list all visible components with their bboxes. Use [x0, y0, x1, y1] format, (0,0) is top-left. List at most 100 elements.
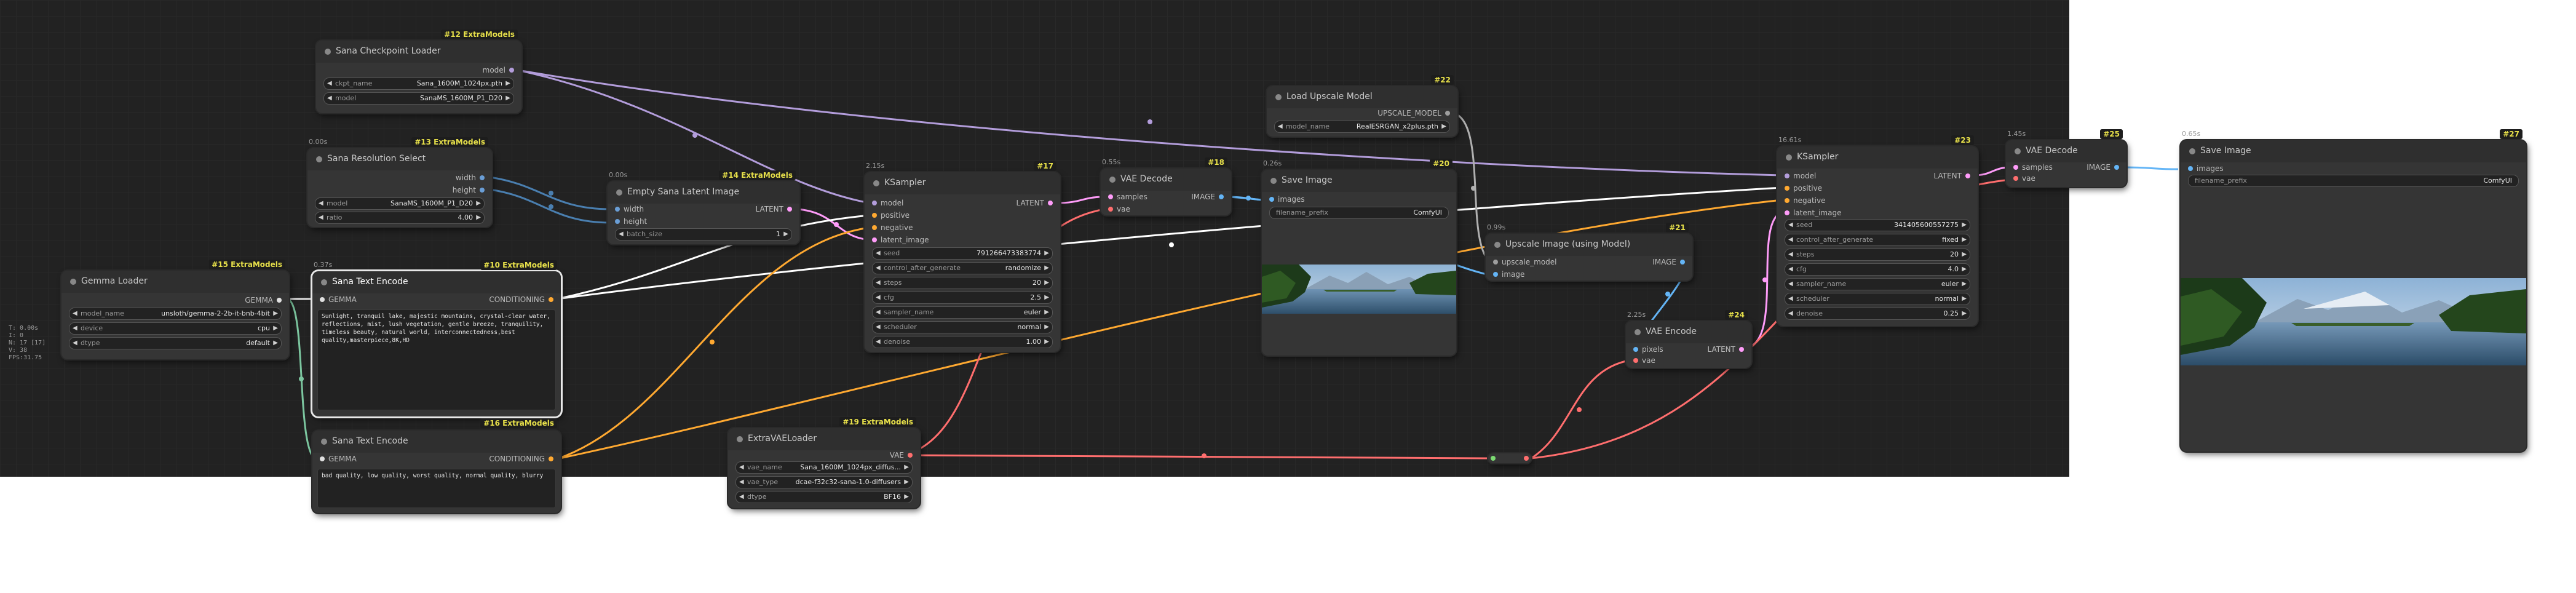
input-slot-gemma[interactable]: GEMMA: [320, 295, 357, 304]
widget-ckpt-name[interactable]: ◀ ckpt_name Sana_1600M_1024px.pth ▶: [323, 78, 514, 90]
input-slot-pixels[interactable]: pixels: [1633, 344, 1663, 354]
node-vae-decode-18[interactable]: 0.55s #18 VAE Decode samples IMAGE vae: [1101, 157, 1231, 215]
decrement-arrow-icon[interactable]: ◀: [876, 292, 881, 303]
decrement-arrow-icon[interactable]: ◀: [1278, 121, 1283, 132]
input-slot-gemma[interactable]: GEMMA: [320, 454, 357, 464]
increment-arrow-icon[interactable]: ▶: [273, 308, 278, 319]
collapse-dot-icon[interactable]: [2015, 148, 2021, 154]
widget-steps[interactable]: ◀ steps 20 ▶: [872, 277, 1053, 289]
increment-arrow-icon[interactable]: ▶: [904, 477, 909, 488]
widget-control-after-generate[interactable]: ◀ control_after_generate fixed ▶: [1785, 234, 1970, 246]
increment-arrow-icon[interactable]: ▶: [505, 78, 510, 89]
collapse-dot-icon[interactable]: [616, 189, 622, 196]
input-slot-samples[interactable]: samples: [1108, 192, 1147, 202]
widget-vae-type[interactable]: ◀ vae_type dcae-f32c32-sana-1.0-diffusers ▶: [735, 476, 913, 488]
output-slot-conditioning[interactable]: CONDITIONING: [489, 454, 553, 464]
widget-model[interactable]: ◀ model SanaMS_1600M_P1_D20 ▶: [323, 92, 514, 105]
node-header[interactable]: Gemma Loader: [61, 271, 289, 293]
output-slot-model[interactable]: model: [483, 65, 514, 75]
decrement-arrow-icon[interactable]: ◀: [1788, 249, 1793, 260]
widget-vae-name[interactable]: ◀ vae_name Sana_1600M_1024px_diffus... ▶: [735, 461, 913, 474]
widget-cfg[interactable]: ◀ cfg 4.0 ▶: [1785, 263, 1970, 276]
collapse-dot-icon[interactable]: [1109, 177, 1116, 183]
widget-denoise[interactable]: ◀ denoise 0.25 ▶: [1785, 308, 1970, 320]
collapse-dot-icon[interactable]: [1275, 94, 1282, 100]
collapse-dot-icon[interactable]: [325, 49, 331, 55]
collapse-dot-icon[interactable]: [1786, 154, 1792, 161]
output-slot-latent[interactable]: LATENT: [1708, 344, 1744, 354]
increment-arrow-icon[interactable]: ▶: [783, 229, 788, 240]
decrement-arrow-icon[interactable]: ◀: [619, 229, 624, 240]
increment-arrow-icon[interactable]: ▶: [1962, 249, 1967, 260]
input-slot-positive[interactable]: positive: [1785, 183, 1822, 193]
node-header[interactable]: VAE Decode: [1101, 169, 1231, 191]
widget-sampler-name[interactable]: ◀ sampler_name euler ▶: [872, 306, 1053, 319]
output-slot-latent[interactable]: LATENT: [756, 204, 792, 214]
decrement-arrow-icon[interactable]: ◀: [73, 323, 77, 334]
node-load-upscale-model[interactable]: #22 Load Upscale Model UPSCALE_MODEL ◀ mo…: [1267, 75, 1457, 137]
decrement-arrow-icon[interactable]: ◀: [327, 93, 332, 104]
decrement-arrow-icon[interactable]: ◀: [1788, 220, 1793, 231]
collapse-dot-icon[interactable]: [1635, 329, 1641, 335]
link-image-25-27[interactable]: [2122, 166, 2179, 170]
node-header[interactable]: VAE Decode: [2006, 140, 2126, 162]
widget-filename-prefix[interactable]: filename_prefix ComfyUI: [1269, 207, 1449, 219]
increment-arrow-icon[interactable]: ▶: [1044, 277, 1049, 289]
output-slot-image[interactable]: IMAGE: [2087, 162, 2119, 172]
node-ksampler-17[interactable]: 2.15s #17 KSampler model LATENT positive…: [865, 161, 1060, 352]
widget-control-after-generate[interactable]: ◀ control_after_generate randomize ▶: [872, 262, 1053, 274]
increment-arrow-icon[interactable]: ▶: [904, 462, 909, 473]
input-slot-upscale-model[interactable]: upscale_model: [1493, 257, 1557, 267]
widget-scheduler[interactable]: ◀ scheduler normal ▶: [872, 321, 1053, 333]
output-slot-conditioning[interactable]: CONDITIONING: [489, 295, 553, 304]
output-slot-latent[interactable]: LATENT: [1934, 171, 1970, 181]
widget-denoise[interactable]: ◀ denoise 1.00 ▶: [872, 336, 1053, 348]
input-slot-latent-image[interactable]: latent_image: [1785, 208, 1841, 218]
widget-sampler-name[interactable]: ◀ sampler_name euler ▶: [1785, 278, 1970, 290]
node-header[interactable]: KSampler: [865, 172, 1060, 194]
node-header[interactable]: ExtraVAELoader: [728, 428, 920, 450]
decrement-arrow-icon[interactable]: ◀: [73, 338, 77, 349]
node-header[interactable]: Empty Sana Latent Image: [608, 181, 799, 204]
increment-arrow-icon[interactable]: ▶: [1044, 292, 1049, 303]
decrement-arrow-icon[interactable]: ◀: [739, 462, 744, 473]
increment-arrow-icon[interactable]: ▶: [1962, 264, 1967, 275]
widget-ratio[interactable]: ◀ ratio 4.00 ▶: [315, 212, 485, 224]
increment-arrow-icon[interactable]: ▶: [1044, 248, 1049, 259]
increment-arrow-icon[interactable]: ▶: [1962, 293, 1967, 304]
image-preview[interactable]: [1262, 265, 1456, 314]
widget-seed[interactable]: ◀ seed 341405600557275 ▶: [1785, 219, 1970, 231]
increment-arrow-icon[interactable]: ▶: [1044, 307, 1049, 318]
node-header[interactable]: Sana Checkpoint Loader: [316, 41, 521, 63]
node-sana-checkpoint-loader[interactable]: #12 ExtraModels Sana Checkpoint Loader m…: [316, 30, 521, 113]
node-header[interactable]: Save Image: [2181, 140, 2526, 162]
node-empty-sana-latent-image[interactable]: 0.00s #14 ExtraModels Empty Sana Latent …: [608, 170, 799, 244]
node-header[interactable]: Load Upscale Model: [1267, 86, 1457, 108]
image-preview[interactable]: [2181, 278, 2526, 365]
widget-scheduler[interactable]: ◀ scheduler normal ▶: [1785, 293, 1970, 305]
increment-arrow-icon[interactable]: ▶: [273, 338, 278, 349]
collapse-dot-icon[interactable]: [316, 156, 322, 162]
decrement-arrow-icon[interactable]: ◀: [876, 336, 881, 348]
decrement-arrow-icon[interactable]: ◀: [876, 248, 881, 259]
decrement-arrow-icon[interactable]: ◀: [876, 263, 881, 274]
input-slot-model[interactable]: model: [872, 198, 903, 208]
decrement-arrow-icon[interactable]: ◀: [876, 322, 881, 333]
decrement-arrow-icon[interactable]: ◀: [319, 212, 323, 223]
collapse-dot-icon[interactable]: [873, 180, 879, 186]
decrement-arrow-icon[interactable]: ◀: [1788, 279, 1793, 290]
output-slot-width[interactable]: width: [456, 173, 485, 183]
node-extra-vae-loader[interactable]: #19 ExtraModels ExtraVAELoader VAE ◀ vae_…: [728, 417, 920, 508]
increment-arrow-icon[interactable]: ▶: [1044, 263, 1049, 274]
input-slot-images[interactable]: images: [1269, 194, 1305, 204]
decrement-arrow-icon[interactable]: ◀: [73, 308, 77, 319]
input-slot-vae[interactable]: vae: [1633, 356, 1655, 365]
increment-arrow-icon[interactable]: ▶: [1962, 308, 1967, 319]
input-slot-positive[interactable]: positive: [872, 210, 910, 220]
node-header[interactable]: Sana Resolution Select: [307, 148, 492, 170]
node-header[interactable]: Save Image: [1262, 170, 1456, 192]
output-slot-upscale-model[interactable]: UPSCALE_MODEL: [1377, 108, 1450, 118]
decrement-arrow-icon[interactable]: ◀: [1788, 308, 1793, 319]
input-slot-samples[interactable]: samples: [2013, 162, 2053, 172]
increment-arrow-icon[interactable]: ▶: [904, 492, 909, 503]
